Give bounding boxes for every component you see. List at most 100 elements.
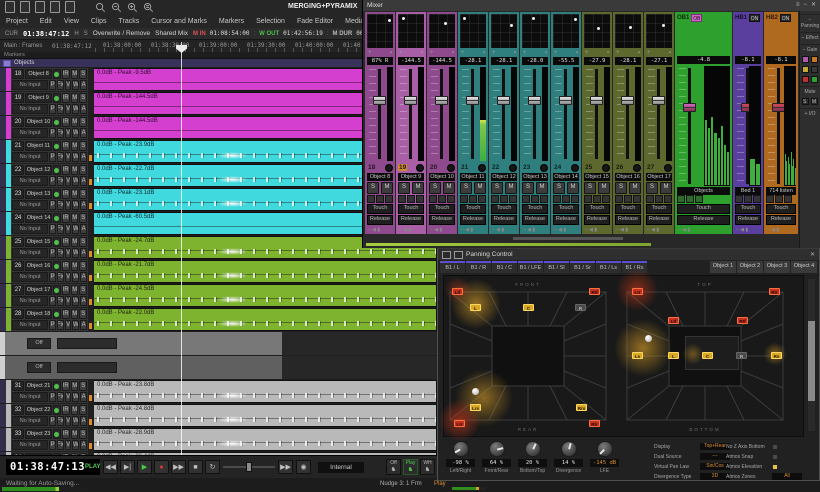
release-button[interactable]: Release xyxy=(367,215,393,225)
swatch-button[interactable] xyxy=(802,76,809,83)
pan-source-dot[interactable] xyxy=(472,388,479,395)
track-header[interactable]: 20Object 10IRMSNo InputPFxVWA xyxy=(11,116,88,139)
chase-play-button[interactable]: Play♞ xyxy=(403,459,418,475)
track-a-button[interactable]: A xyxy=(80,104,87,114)
pan-tab-bsl[interactable]: B1 / Sl xyxy=(544,261,569,273)
track-fx-button[interactable]: Fx xyxy=(57,224,64,234)
track-name[interactable]: Object 9 xyxy=(25,93,52,103)
track-p-button[interactable]: P xyxy=(49,80,56,90)
pan-tab-br[interactable]: B1 / R xyxy=(466,261,491,273)
toggle-value[interactable]: All xyxy=(772,473,802,480)
speaker-rs[interactable]: Rs xyxy=(771,352,782,359)
track-header[interactable]: 21Object 11IRMSNo InputPFxVWA xyxy=(11,140,88,163)
sidebar-io-label[interactable]: + I/O xyxy=(800,108,820,117)
panning-title-bar[interactable]: Panning Control ✕ xyxy=(438,249,819,260)
track-name[interactable]: Object 22 xyxy=(25,405,52,415)
speaker-ltf[interactable]: Ltf xyxy=(668,317,679,324)
group-track-header[interactable]: Off xyxy=(5,332,282,355)
track-name[interactable]: Object 12 xyxy=(25,165,52,175)
fader-cap[interactable] xyxy=(683,103,696,112)
track-v-button[interactable]: V xyxy=(65,248,72,258)
goto-mark-button[interactable]: ▶| xyxy=(120,460,135,474)
track-fx-button[interactable]: Fx xyxy=(57,248,64,258)
fader-cap[interactable] xyxy=(435,96,448,105)
track-a-button[interactable]: A xyxy=(80,296,87,306)
track-fx-button[interactable]: Fx xyxy=(57,104,64,114)
strip-number[interactable]: 20 xyxy=(429,164,438,171)
speaker-lrs[interactable]: Lrs xyxy=(470,404,481,411)
group-off-button[interactable]: Off xyxy=(27,362,51,373)
track-m-button[interactable]: M xyxy=(71,237,79,247)
track-v-button[interactable]: V xyxy=(65,296,72,306)
track-header[interactable]: 33Object 23IRMSNo InputPFxVWA xyxy=(11,428,88,451)
strip-number[interactable]: 22 xyxy=(491,164,500,171)
mute-button[interactable]: M xyxy=(474,182,486,194)
sync-globe-icon[interactable]: ◉ xyxy=(296,460,311,474)
knob-dial[interactable] xyxy=(597,441,613,457)
fader-cap[interactable] xyxy=(528,96,541,105)
touch-button[interactable]: Touch xyxy=(735,204,761,214)
track-p-button[interactable]: P xyxy=(49,200,56,210)
chase-button[interactable]: ▶▶ xyxy=(278,460,293,474)
track-ir-button[interactable]: IR xyxy=(62,117,70,127)
s-flag[interactable]: S xyxy=(84,31,88,37)
track-p-button[interactable]: P xyxy=(49,272,56,282)
audio-clip[interactable]: 0.0dB - Peak -21.7dB xyxy=(94,260,437,283)
track-a-button[interactable]: A xyxy=(80,224,87,234)
speaker-ltr[interactable]: Ltr xyxy=(632,288,643,295)
strip-mini-button[interactable] xyxy=(624,195,632,203)
track-m-button[interactable]: M xyxy=(71,285,79,295)
pan-pad[interactable] xyxy=(646,14,672,48)
save-as-icon[interactable] xyxy=(50,1,60,13)
knob-dial[interactable] xyxy=(561,441,577,457)
loop-button[interactable]: ↻ xyxy=(205,460,220,474)
menu-view[interactable]: View xyxy=(58,15,85,28)
release-button[interactable]: Release xyxy=(429,215,455,225)
track-s-button[interactable]: S xyxy=(79,309,87,319)
track-header[interactable]: 19Object 9IRMSNo InputPFxVWA xyxy=(11,92,88,115)
touch-button[interactable]: Touch xyxy=(646,204,672,214)
track-w-button[interactable]: W xyxy=(72,320,79,330)
record-ready-button[interactable] xyxy=(53,213,61,223)
track-fx-button[interactable]: Fx xyxy=(57,440,64,450)
track-header[interactable]: 32Object 22IRMSNo InputPFxVWA xyxy=(11,404,88,427)
record-ready-button[interactable] xyxy=(53,381,61,391)
track-input-select[interactable]: No Input xyxy=(12,224,48,234)
menu-clips[interactable]: Clips xyxy=(85,15,113,28)
expand-icon[interactable]: + xyxy=(616,49,620,57)
record-ready-button[interactable] xyxy=(53,165,61,175)
pan-view-top[interactable]: TOPBOTTOMLtrRtrLtfRtfLsLCRRs xyxy=(625,280,785,432)
track-w-button[interactable]: W xyxy=(72,440,79,450)
track-m-button[interactable]: M xyxy=(71,381,79,391)
solo-button[interactable]: S xyxy=(646,182,658,194)
menu-edit[interactable]: Edit xyxy=(34,15,58,28)
solo-button[interactable]: S xyxy=(615,182,627,194)
track-input-select[interactable]: No Input xyxy=(12,320,48,330)
playhead-cursor[interactable] xyxy=(181,42,182,455)
speaker-l[interactable]: L xyxy=(470,304,481,311)
mute-button[interactable]: M xyxy=(629,182,641,194)
track-ir-button[interactable]: IR xyxy=(62,381,70,391)
zoom-fit-icon[interactable] xyxy=(143,2,154,13)
track-m-button[interactable]: M xyxy=(71,141,79,151)
release-button[interactable]: Release xyxy=(398,215,424,225)
track-p-button[interactable]: P xyxy=(49,416,56,426)
zoom-in-icon[interactable] xyxy=(127,2,138,13)
pan-pad[interactable] xyxy=(398,14,424,48)
audio-clip[interactable]: 0.0dB - Peak -28.9dB xyxy=(94,428,437,451)
strip-record-button[interactable] xyxy=(416,164,424,172)
swatch-button[interactable] xyxy=(802,56,809,63)
strip-number[interactable]: 19 xyxy=(398,164,407,171)
track-p-button[interactable]: P xyxy=(49,248,56,258)
release-button[interactable]: Release xyxy=(735,215,761,225)
fader-cap[interactable] xyxy=(621,96,634,105)
track-fx-button[interactable]: Fx xyxy=(57,176,64,186)
strip-number[interactable]: 25 xyxy=(584,164,593,171)
mute-button[interactable]: M xyxy=(412,182,424,194)
track-s-button[interactable]: S xyxy=(79,189,87,199)
new-project-icon[interactable] xyxy=(5,1,15,13)
strip-record-button[interactable] xyxy=(447,164,455,172)
mixer-strip[interactable]: +▪-28.023Object 13SMTouchRelease‒ ◀ ▮ xyxy=(520,12,550,234)
collapse-icon[interactable]: ▪ xyxy=(483,49,485,57)
track-m-button[interactable]: M xyxy=(71,189,79,199)
